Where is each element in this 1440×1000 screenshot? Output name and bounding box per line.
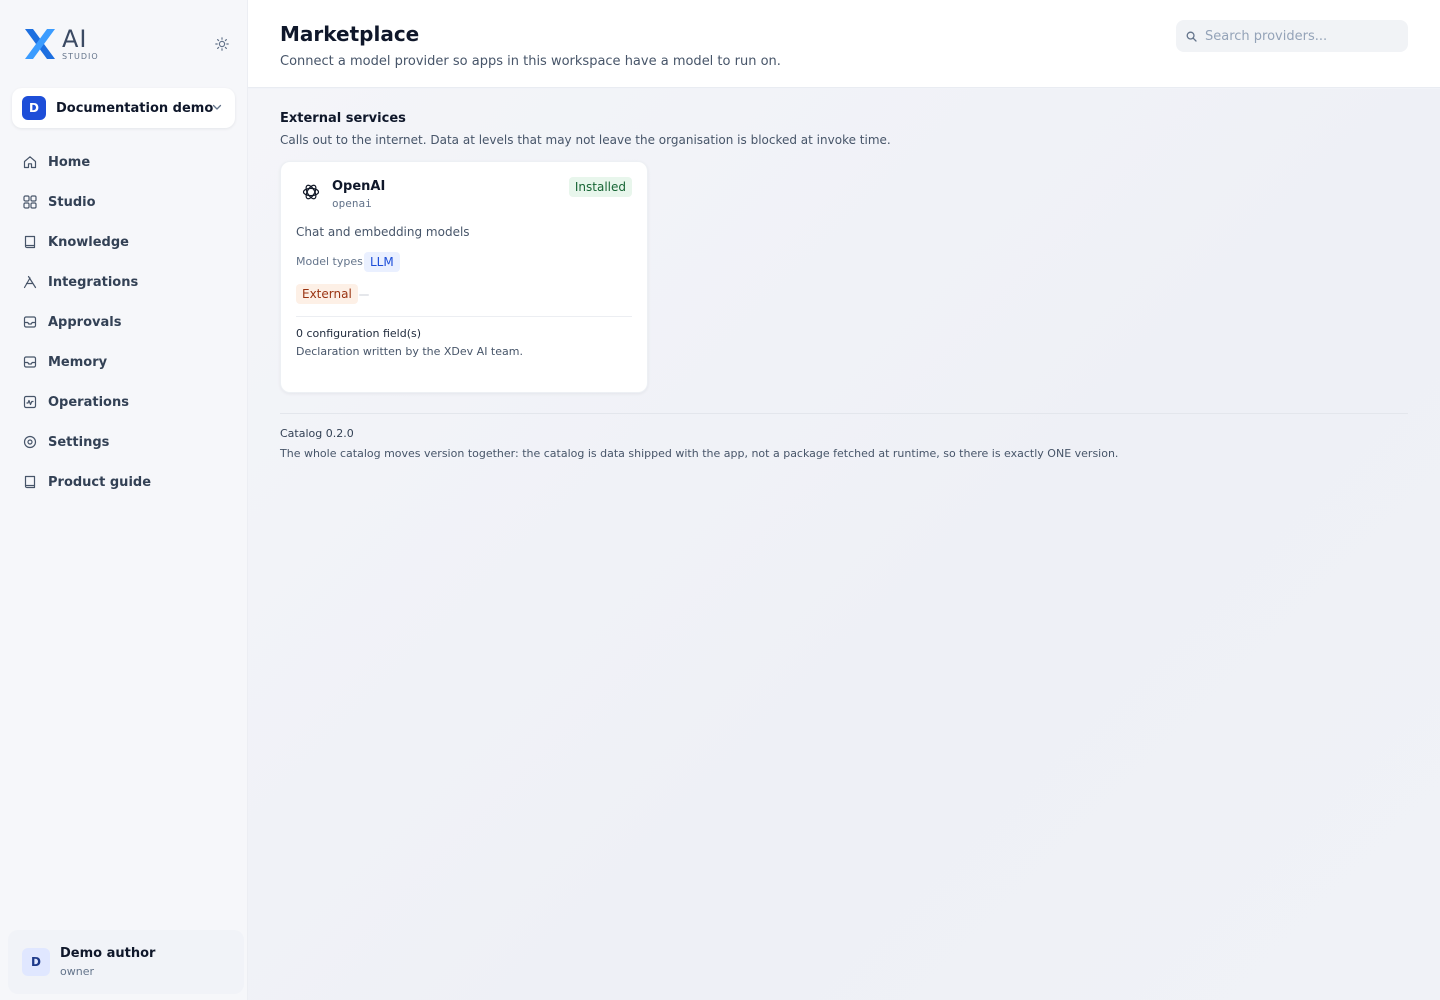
section-title: External services bbox=[280, 111, 406, 126]
catalog-note: The whole catalog moves version together… bbox=[280, 447, 1119, 460]
sidebar-item-label: Operations bbox=[48, 394, 129, 410]
workspace-name: Documentation demo bbox=[56, 100, 214, 116]
provider-name: OpenAI bbox=[332, 179, 386, 194]
sidebar-item-home[interactable]: Home bbox=[14, 142, 234, 182]
sidebar-item-settings[interactable]: Settings bbox=[14, 422, 234, 462]
sidebar: AI STUDIO D Documentation demo Home Stud… bbox=[0, 0, 248, 1000]
sidebar-item-label: Knowledge bbox=[48, 234, 129, 250]
status-badge: Installed bbox=[568, 177, 632, 197]
provider-card[interactable]: OpenAI openai Installed Chat and embeddi… bbox=[280, 161, 648, 393]
divider bbox=[280, 413, 1408, 414]
openai-logo-icon bbox=[302, 184, 320, 200]
user-name: Demo author bbox=[60, 946, 156, 961]
catalog-version: Catalog 0.2.0 bbox=[280, 427, 354, 440]
grid-icon bbox=[23, 195, 37, 209]
workspace-avatar: D bbox=[22, 96, 46, 120]
page-header: Marketplace Connect a model provider so … bbox=[248, 0, 1440, 88]
book-icon bbox=[24, 235, 36, 249]
main-content: External services Calls out to the inter… bbox=[248, 89, 1440, 1000]
sidebar-item-label: Integrations bbox=[48, 274, 139, 290]
book-icon bbox=[24, 475, 36, 489]
sidebar-item-operations[interactable]: Operations bbox=[14, 382, 234, 422]
divider bbox=[296, 316, 632, 317]
inbox-icon bbox=[23, 316, 37, 328]
provider-description: Chat and embedding models bbox=[296, 225, 470, 239]
user-role: owner bbox=[60, 965, 94, 978]
inbox-icon bbox=[23, 356, 37, 368]
sidebar-item-label: Settings bbox=[48, 434, 110, 450]
avatar: D bbox=[22, 948, 50, 976]
category-badge: External bbox=[296, 284, 358, 304]
brand-name: AI bbox=[62, 25, 88, 53]
home-icon bbox=[23, 156, 37, 169]
sidebar-item-memory[interactable]: Memory bbox=[14, 342, 234, 382]
sidebar-item-integrations[interactable]: Integrations bbox=[14, 262, 234, 302]
sun-icon bbox=[215, 37, 229, 51]
sidebar-item-label: Approvals bbox=[48, 314, 122, 330]
model-type-badge: LLM bbox=[364, 252, 400, 272]
x-logo-icon bbox=[25, 29, 55, 59]
search-input[interactable] bbox=[1205, 28, 1395, 44]
brand-subtitle: STUDIO bbox=[62, 52, 99, 61]
page-subtitle: Connect a model provider so apps in this… bbox=[280, 54, 781, 69]
sidebar-item-label: Product guide bbox=[48, 474, 152, 490]
declaration-note: Declaration written by the XDev AI team. bbox=[296, 345, 523, 358]
workspace-switcher[interactable]: D Documentation demo bbox=[12, 88, 235, 128]
provider-slug: openai bbox=[332, 197, 372, 210]
sidebar-nav: Home Studio Knowledge Integrations Appro… bbox=[14, 142, 234, 502]
activity-icon bbox=[23, 395, 37, 409]
theme-toggle-button[interactable] bbox=[212, 34, 232, 54]
sidebar-item-studio[interactable]: Studio bbox=[14, 182, 234, 222]
sidebar-item-product-guide[interactable]: Product guide bbox=[14, 462, 234, 502]
sidebar-item-knowledge[interactable]: Knowledge bbox=[14, 222, 234, 262]
sidebar-item-approvals[interactable]: Approvals bbox=[14, 302, 234, 342]
section-description: Calls out to the internet. Data at level… bbox=[280, 133, 891, 147]
sidebar-item-label: Memory bbox=[48, 354, 108, 370]
chevron-down-icon bbox=[212, 104, 222, 110]
tools-icon bbox=[23, 275, 37, 289]
config-field-count: 0 configuration field(s) bbox=[296, 327, 422, 340]
divider bbox=[359, 294, 369, 296]
search-box[interactable] bbox=[1176, 20, 1408, 52]
gear-icon bbox=[23, 435, 37, 449]
sidebar-item-label: Studio bbox=[48, 194, 96, 210]
user-profile[interactable]: D Demo author owner bbox=[8, 930, 244, 994]
model-types-label: Model types bbox=[296, 255, 363, 268]
sidebar-item-label: Home bbox=[48, 154, 91, 170]
app-logo[interactable]: AI STUDIO bbox=[22, 26, 99, 62]
search-icon bbox=[1186, 31, 1197, 42]
page-title: Marketplace bbox=[280, 22, 420, 46]
